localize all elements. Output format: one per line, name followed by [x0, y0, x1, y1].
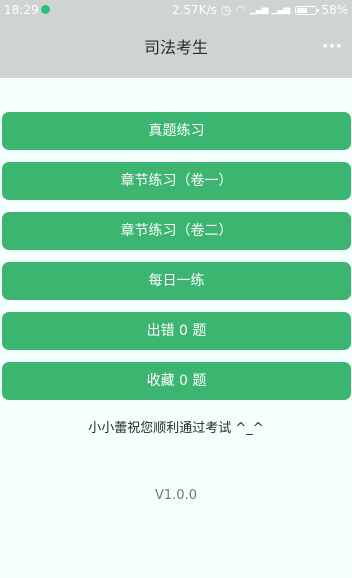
battery-fill [297, 7, 308, 13]
daily-practice-button[interactable]: 每日一练 [2, 262, 351, 300]
app-header: 司法考生 ··· [0, 20, 352, 78]
alarm-icon: ◷ [220, 3, 232, 17]
battery-percent: 58% [321, 3, 348, 17]
wrong-questions-button[interactable]: 出错 0 题 [2, 312, 351, 350]
signal-icon-2: ▁▃▅ [271, 5, 291, 15]
chapter-practice-paper1-button[interactable]: 章节练习（卷一） [2, 162, 351, 200]
signal-icon: ▁▃▅ [249, 5, 269, 15]
status-right-group: 2.57K/s ◷ ◠ ▁▃▅ ▁▃▅ 58% [172, 0, 348, 20]
more-dots-icon[interactable]: ··· [320, 36, 344, 60]
page-title: 司法考生 [143, 38, 208, 57]
status-bar: 18:29 2.57K/s ◷ ◠ ▁▃▅ ▁▃▅ 58% [0, 0, 352, 20]
status-time: 18:29 [4, 3, 39, 17]
blessing-text: 小小蕾祝您顺利通过考试 ^_^ [88, 421, 264, 436]
version-label: V1.0.0 [155, 488, 197, 503]
wifi-icon: ◠ [235, 3, 246, 17]
battery-icon [295, 5, 320, 15]
network-speed: 2.57K/s [171, 3, 217, 17]
chapter-practice-paper2-button[interactable]: 章节练习（卷二） [2, 212, 351, 250]
real-exam-practice-button[interactable]: 真题练习 [2, 112, 351, 150]
notification-dot-icon [41, 5, 50, 14]
menu-list: 真题练习 章节练习（卷一） 章节练习（卷二） 每日一练 出错 0 题 收藏 0 … [2, 112, 351, 412]
favorites-button[interactable]: 收藏 0 题 [2, 362, 351, 400]
